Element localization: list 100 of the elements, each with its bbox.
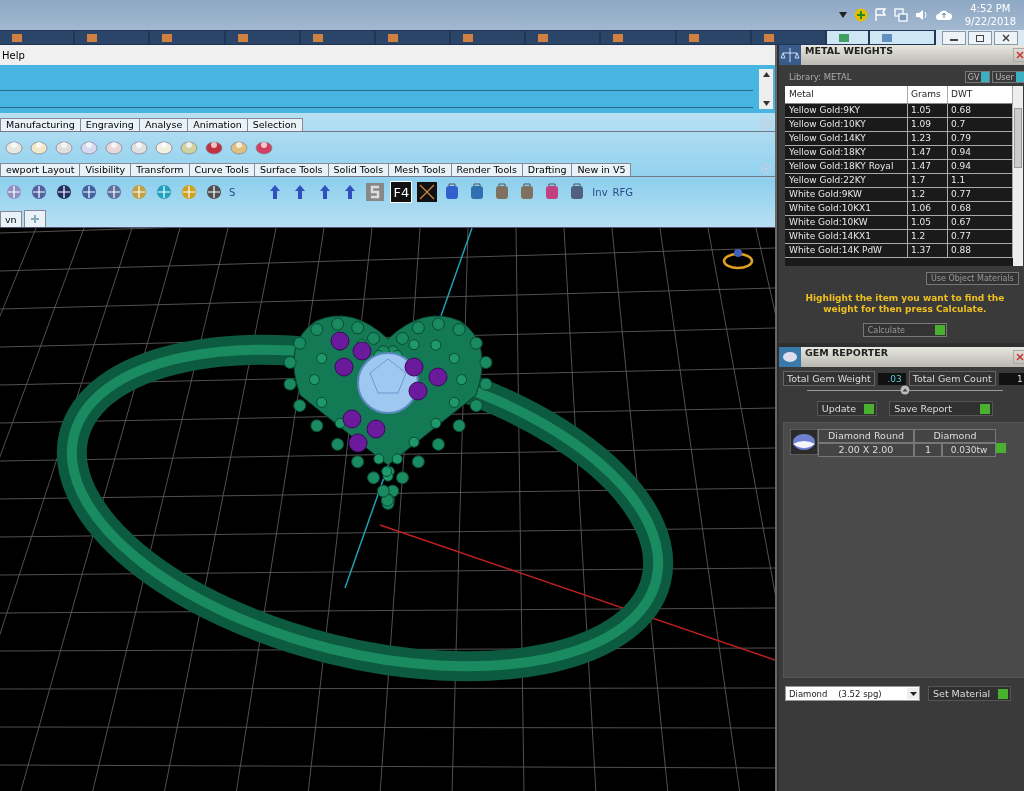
flag-icon[interactable] <box>874 8 887 22</box>
toolbar-tab[interactable]: ewport Layout <box>0 163 81 176</box>
table-cell: 0.7 <box>948 118 1013 131</box>
column-header[interactable]: DWT <box>948 86 1013 103</box>
table-cell: Yellow Gold:9KY <box>785 104 908 117</box>
ribbon-tab[interactable]: Selection <box>246 118 303 131</box>
toolbar-tab[interactable]: Render Tools <box>450 163 523 176</box>
gem-icon[interactable] <box>790 429 818 455</box>
toolbar-label[interactable]: RFG <box>612 186 634 198</box>
collapse-icon[interactable] <box>899 385 910 395</box>
gem-count-field: 1 <box>998 372 1024 385</box>
orientation-gizmo-icon[interactable] <box>722 249 754 270</box>
scroll-up-icon[interactable] <box>762 72 770 77</box>
table-row[interactable]: Yellow Gold:9KY 1.05 0.68 <box>785 104 1013 118</box>
app-icon <box>312 33 323 42</box>
close-icon <box>1001 33 1011 42</box>
scroll-thumb[interactable] <box>1013 108 1022 168</box>
tool-icon[interactable] <box>204 182 224 202</box>
table-row[interactable]: Yellow Gold:18KY Royal 1.47 0.94 <box>785 160 1013 174</box>
speaker-icon[interactable] <box>914 8 929 22</box>
table-row[interactable]: Yellow Gold:10KY 1.09 0.7 <box>785 118 1013 132</box>
app-icon <box>237 33 248 42</box>
scrollbar[interactable] <box>759 69 773 109</box>
table-cell: 1.37 <box>908 244 948 257</box>
field-label: Total Gem Count <box>908 371 996 386</box>
tool-icon[interactable] <box>79 182 99 202</box>
close-button[interactable] <box>1012 350 1024 364</box>
app-icon <box>387 33 398 42</box>
app-icon <box>881 33 892 42</box>
toolbar-label[interactable]: S <box>229 186 236 198</box>
cloud-icon[interactable] <box>935 9 952 21</box>
toolbar-tab[interactable]: Mesh Tools <box>388 163 452 176</box>
table-row[interactable]: White Gold:14K PdW 1.37 0.88 <box>785 244 1013 258</box>
new-tab-button[interactable] <box>23 210 46 227</box>
close-button[interactable] <box>1012 48 1024 62</box>
column-header[interactable]: Grams <box>908 86 948 103</box>
scale-icon <box>779 45 801 65</box>
toolbar-tab[interactable]: Visibility <box>79 163 132 176</box>
app-icon <box>688 33 699 42</box>
app-icon <box>87 33 98 42</box>
ribbon-tab[interactable]: Manufacturing <box>0 118 81 131</box>
table-cell: White Gold:9KW <box>785 188 908 201</box>
close-button[interactable] <box>994 30 1018 45</box>
save-report-button[interactable]: Save Report <box>889 401 993 416</box>
restore-button[interactable] <box>968 30 992 45</box>
tool-icon[interactable] <box>54 182 74 202</box>
menu-item[interactable]: Help <box>0 49 27 61</box>
toolbar-tab[interactable]: Drafting <box>521 163 573 176</box>
app-icon <box>538 33 549 42</box>
taskbar-button[interactable] <box>375 31 450 44</box>
cross-icon[interactable] <box>417 182 438 202</box>
column-header[interactable]: Metal <box>785 86 908 103</box>
table-row[interactable]: White Gold:10KW 1.05 0.67 <box>785 216 1013 230</box>
table-row[interactable]: Yellow Gold:22KY 1.7 1.1 <box>785 174 1013 188</box>
app-icon <box>613 33 624 42</box>
ribbon-tab[interactable]: Animation <box>187 118 248 131</box>
toggle-button[interactable]: User <box>992 71 1024 83</box>
toolbar-tab[interactable]: New in V5 <box>571 163 632 176</box>
ribbon-tab[interactable]: Engraving <box>79 118 140 131</box>
table-row[interactable]: White Gold:9KW 1.2 0.77 <box>785 188 1013 202</box>
toolbar-tab[interactable]: Curve Tools <box>188 163 255 176</box>
scrollbar[interactable] <box>1012 86 1023 266</box>
network-icon[interactable] <box>893 8 908 22</box>
toolbar-tab[interactable]: Solid Tools <box>327 163 390 176</box>
table-row[interactable]: White Gold:10KX1 1.06 0.68 <box>785 202 1013 216</box>
taskbar-button[interactable] <box>826 31 868 44</box>
restore-icon <box>975 33 985 42</box>
toolbar-label[interactable]: Inv <box>592 186 608 198</box>
table-cell: Yellow Gold:14KY <box>785 132 908 145</box>
instruction-text: Highlight the item you want to find the weight for then press Calculate. <box>804 293 1006 315</box>
table-cell: 0.79 <box>948 132 1013 145</box>
calculate-button[interactable]: Calculate <box>862 323 948 337</box>
dropdown-caret-icon <box>909 691 917 696</box>
tool-icon[interactable] <box>29 182 49 202</box>
update-button[interactable]: Update <box>816 401 878 416</box>
scroll-down-icon[interactable] <box>762 101 770 106</box>
table-cell: White Gold:14K PdW <box>785 244 908 257</box>
table-cell: 1 <box>914 443 942 457</box>
tool-icon[interactable] <box>204 138 224 156</box>
ribbon-tab[interactable]: Analyse <box>138 118 189 131</box>
gem-weight-field: .03 <box>877 372 906 385</box>
table-cell: 1.2 <box>908 230 948 243</box>
toggle-button[interactable]: GV <box>964 71 991 83</box>
toolbar-tab[interactable]: Surface Tools <box>253 163 329 176</box>
caret-icon[interactable] <box>838 12 847 18</box>
material-dropdown[interactable]: Diamond (3.52 spg) <box>785 686 920 701</box>
table-cell: 0.030tw <box>942 443 996 457</box>
toolbar-tab[interactable]: Transform <box>130 163 190 176</box>
plus-icon <box>29 214 40 224</box>
document-tab[interactable]: vn <box>0 211 22 227</box>
s-tool-icon[interactable] <box>365 182 386 202</box>
table-cell: Yellow Gold:18KY <box>785 146 908 159</box>
use-object-materials-button[interactable]: Use Object Materials <box>925 272 1019 285</box>
table-row[interactable]: Yellow Gold:14KY 1.23 0.79 <box>785 132 1013 146</box>
set-material-button[interactable]: Set Material <box>928 686 1012 701</box>
table-row[interactable]: Yellow Gold:18KY 1.47 0.94 <box>785 146 1013 160</box>
minimize-button[interactable] <box>942 30 966 45</box>
table-row[interactable]: White Gold:14KX1 1.2 0.77 <box>785 230 1013 244</box>
table-cell: 0.68 <box>948 202 1013 215</box>
f4-button[interactable]: F4 <box>390 181 413 203</box>
